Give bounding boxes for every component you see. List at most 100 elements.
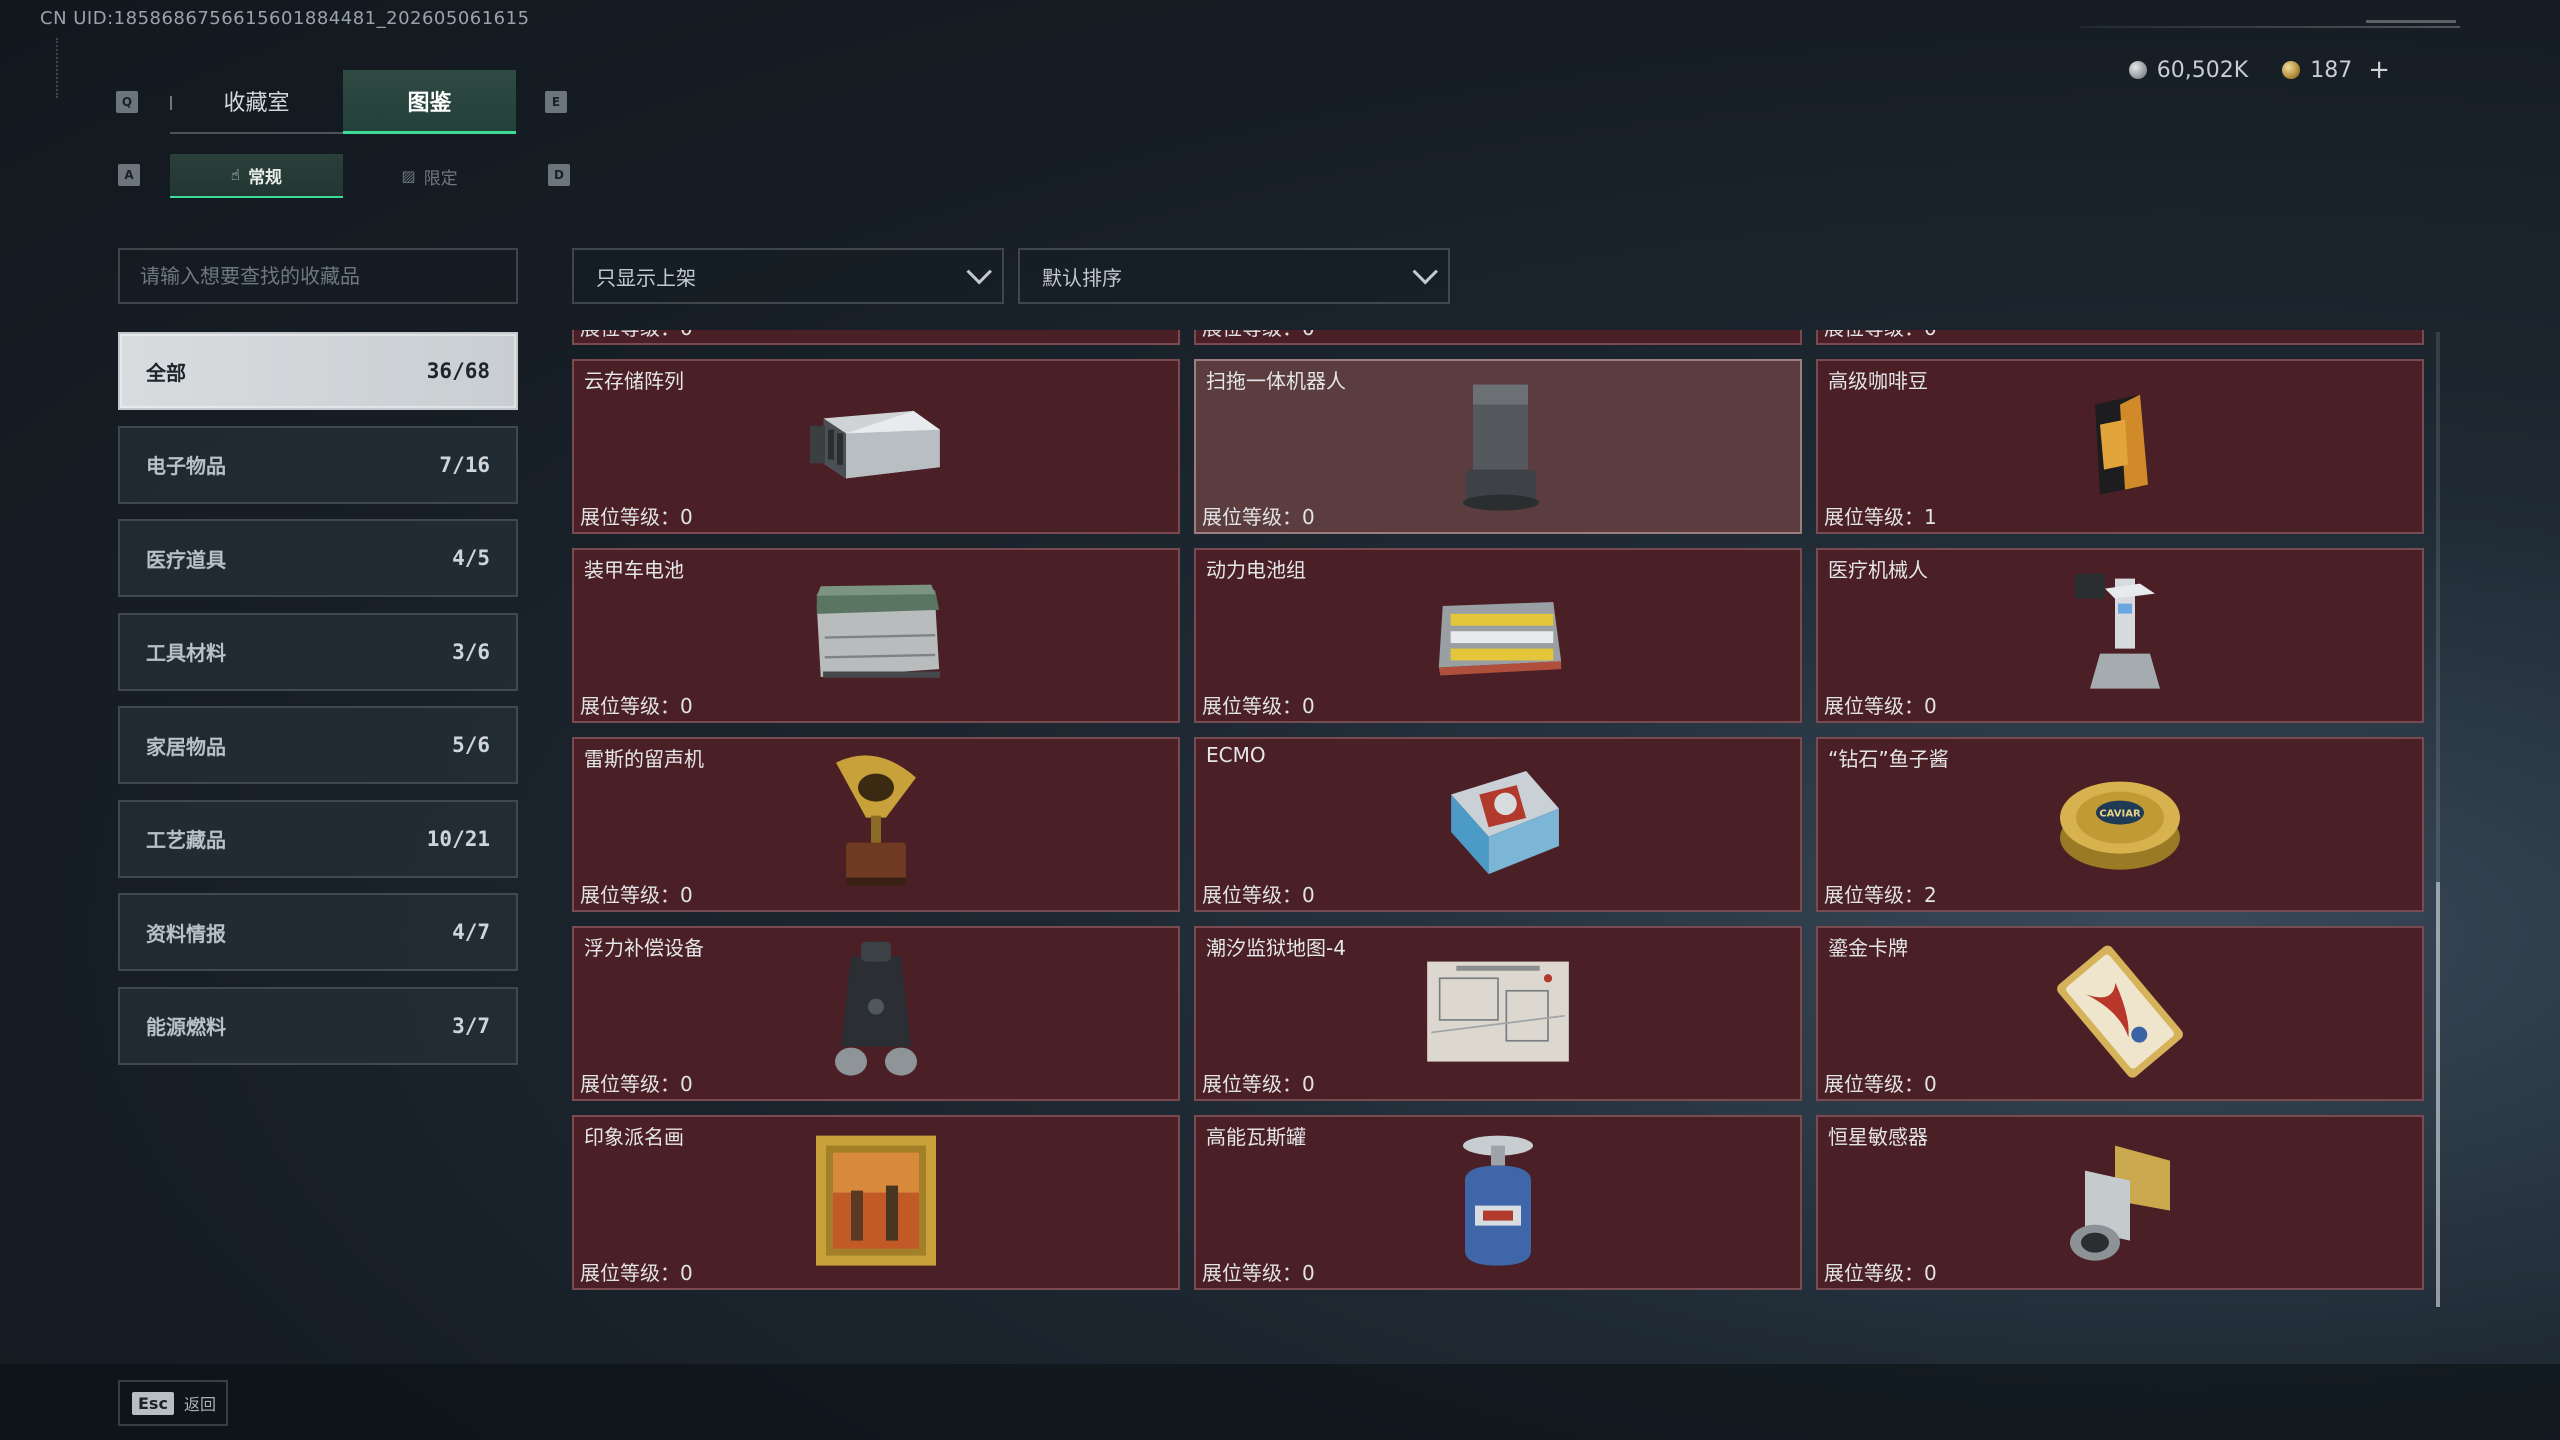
item-card[interactable]: 医疗机械人 展位等级：0 — [1816, 548, 2424, 723]
key-hint-d[interactable]: D — [548, 164, 570, 186]
medical-robot-icon — [2045, 573, 2195, 693]
caviar-text: CAVIAR — [2099, 808, 2141, 819]
add-currency-button[interactable]: + — [2368, 55, 2390, 85]
item-name: 浮力补偿设备 — [584, 936, 704, 960]
category-label: 能源燃料 — [146, 1015, 226, 1039]
level-prefix: 展位等级： — [1202, 694, 1302, 718]
scrollbar-thumb[interactable] — [2436, 882, 2440, 1307]
main-tabs: 收藏室 图鉴 — [170, 70, 516, 134]
level-prefix: 展位等级： — [580, 883, 680, 907]
subtab-limited[interactable]: ▨ 限定 — [343, 154, 516, 198]
item-level: 展位等级：0 — [1202, 879, 1315, 908]
item-card[interactable]: 雷斯的留声机展位等级：0 — [572, 737, 1180, 912]
category-tools[interactable]: 工具材料 3/6 — [118, 612, 518, 691]
top-deco-accent — [2366, 20, 2456, 23]
category-label: 家居物品 — [146, 734, 226, 759]
item-card[interactable]: 展位等级：0 — [572, 330, 1180, 345]
item-name: 鎏金卡牌 — [1828, 936, 1908, 960]
tab-collection-room[interactable]: 收藏室 — [170, 70, 343, 134]
item-level: 展位等级：0 — [580, 879, 693, 908]
item-card[interactable]: “钻石”鱼子酱 CAVIAR 展位等级：2 — [1816, 737, 2424, 912]
category-label: 电子物品 — [146, 454, 226, 478]
item-card[interactable]: 装甲车电池 展位等级：0 — [572, 548, 1180, 723]
item-card[interactable]: 恒星敏感器 展位等级：0 — [1816, 1115, 2424, 1290]
dropdown-value: 默认排序 — [1042, 265, 1122, 290]
ecmo-icon — [1423, 762, 1573, 882]
category-electronics[interactable]: 电子物品 7/16 — [118, 425, 518, 504]
item-card[interactable]: 云存储阵列 展位等级：0 — [572, 359, 1180, 534]
item-name: “钻石”鱼子酱 — [1828, 747, 1949, 771]
item-name: 装甲车电池 — [584, 558, 684, 582]
gold-currency: 187 + — [2282, 55, 2390, 85]
back-label: 返回 — [183, 1395, 216, 1414]
category-household[interactable]: 家居物品 5/6 — [118, 706, 518, 784]
item-name: 雷斯的留声机 — [584, 747, 704, 771]
level-value: 0 — [680, 1072, 693, 1096]
level-value: 0 — [1302, 330, 1315, 340]
scrollbar[interactable] — [2436, 332, 2440, 1307]
level-value: 0 — [1302, 1072, 1315, 1096]
category-energy[interactable]: 能源燃料 3/7 — [118, 986, 518, 1065]
item-card[interactable]: 高级咖啡豆 展位等级：1 — [1816, 359, 2424, 534]
item-card[interactable]: 潮汐监狱地图-4 展位等级：0 — [1194, 926, 1802, 1101]
level-prefix: 展位等级： — [1824, 330, 1924, 340]
search-input[interactable] — [118, 248, 518, 304]
caviar-tin-icon: CAVIAR — [2045, 762, 2195, 882]
top-deco-line — [2080, 26, 2460, 28]
hand-icon: ☝ — [230, 166, 241, 184]
level-prefix: 展位等级： — [580, 505, 680, 529]
gramophone-icon — [801, 754, 951, 886]
silver-currency: 60,502K — [2128, 57, 2249, 83]
category-medical[interactable]: 医疗道具 4/5 — [118, 519, 518, 597]
display-filter-dropdown[interactable]: 只显示上架 — [572, 248, 1004, 304]
tab-label: 图鉴 — [407, 90, 452, 116]
category-all[interactable]: 全部 36/68 — [118, 332, 518, 410]
level-prefix: 展位等级： — [1824, 883, 1924, 907]
item-card[interactable]: 印象派名画 展位等级：0 — [572, 1115, 1180, 1290]
item-card[interactable]: 动力电池组 展位等级：0 — [1194, 548, 1802, 723]
category-list: 全部 36/68 电子物品 7/16 医疗道具 4/5 工具材料 3/6 家居物… — [118, 332, 518, 1080]
gas-canister-icon — [1423, 1135, 1573, 1266]
item-level: 展位等级：0 — [580, 501, 693, 530]
painting-icon — [801, 1135, 951, 1266]
tab-catalog[interactable]: 图鉴 — [343, 70, 516, 134]
silver-amount: 60,502K — [2156, 57, 2249, 83]
level-value: 0 — [1924, 1261, 1937, 1285]
item-card[interactable]: 高能瓦斯罐 展位等级：0 — [1194, 1115, 1802, 1290]
item-level: 展位等级：0 — [1824, 1068, 1937, 1097]
image-icon: ▨ — [401, 167, 416, 185]
key-hint-a[interactable]: A — [118, 164, 140, 186]
robot-vacuum-icon — [1423, 384, 1573, 511]
level-prefix: 展位等级： — [1202, 1261, 1302, 1285]
item-card[interactable]: 浮力补偿设备 展位等级：0 — [572, 926, 1180, 1101]
item-level: 展位等级：2 — [1824, 879, 1937, 908]
level-prefix: 展位等级： — [1824, 694, 1924, 718]
level-prefix: 展位等级： — [1202, 883, 1302, 907]
key-hint-q[interactable]: Q — [116, 91, 138, 113]
back-button[interactable]: Esc 返回 — [118, 1380, 228, 1426]
item-level: 展位等级：0 — [1202, 501, 1315, 530]
category-crafts[interactable]: 工艺藏品 10/21 — [118, 799, 518, 878]
item-grid-viewport: 展位等级：0展位等级：0展位等级：0云存储阵列展位等级：0扫拖一体机器人展位等级… — [572, 330, 2426, 1304]
item-card[interactable]: 鎏金卡牌展位等级：0 — [1816, 926, 2424, 1101]
category-label: 全部 — [146, 360, 186, 385]
category-count: 3/6 — [452, 639, 490, 664]
item-card[interactable]: 展位等级：0 — [1194, 330, 1802, 345]
item-name: 扫拖一体机器人 — [1206, 369, 1346, 393]
item-grid: 展位等级：0展位等级：0展位等级：0云存储阵列展位等级：0扫拖一体机器人展位等级… — [572, 330, 2424, 1290]
level-value: 0 — [1924, 1072, 1937, 1096]
category-label: 医疗道具 — [146, 547, 226, 572]
item-level: 展位等级：0 — [1824, 330, 1937, 341]
gold-amount: 187 — [2310, 57, 2353, 83]
item-level: 展位等级：0 — [1202, 1257, 1315, 1286]
level-prefix: 展位等级： — [580, 694, 680, 718]
item-name: 高级咖啡豆 — [1828, 369, 1928, 393]
item-card[interactable]: 展位等级：0 — [1816, 330, 2424, 345]
subtab-regular[interactable]: ☝ 常规 — [170, 154, 343, 198]
key-hint-e[interactable]: E — [545, 91, 567, 113]
item-card[interactable]: 扫拖一体机器人展位等级：0 — [1194, 359, 1802, 534]
sort-dropdown[interactable]: 默认排序 — [1018, 248, 1450, 304]
category-intel[interactable]: 资料情报 4/7 — [118, 893, 518, 971]
gold-coin-icon — [2282, 61, 2301, 79]
item-card[interactable]: ECMO 展位等级：0 — [1194, 737, 1802, 912]
